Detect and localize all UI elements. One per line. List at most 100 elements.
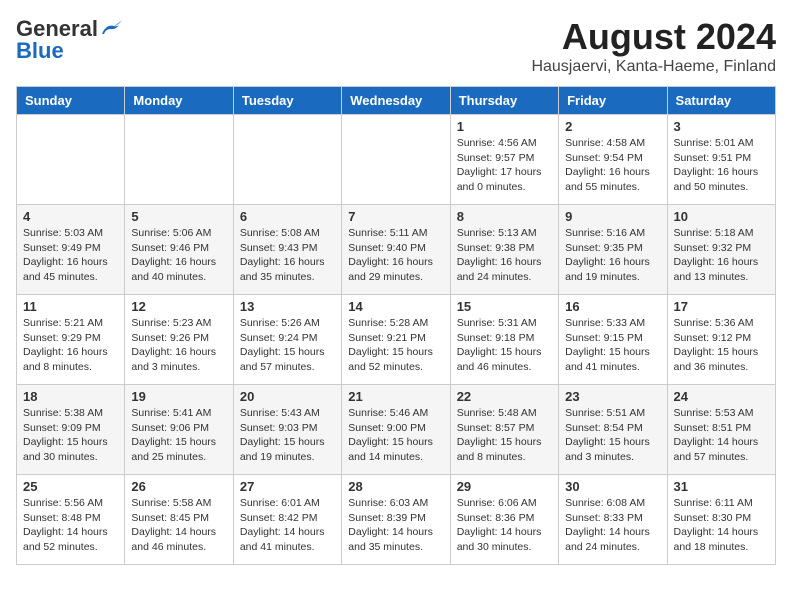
table-row: 6 Sunrise: 5:08 AM Sunset: 9:43 PM Daylig… — [233, 205, 341, 295]
day-number: 4 — [23, 209, 118, 224]
header-friday: Friday — [559, 87, 667, 115]
day-info: Sunrise: 5:08 AM Sunset: 9:43 PM Dayligh… — [240, 226, 335, 285]
day-info: Sunrise: 5:41 AM Sunset: 9:06 PM Dayligh… — [131, 406, 226, 465]
day-number: 29 — [457, 479, 552, 494]
day-info: Sunrise: 6:08 AM Sunset: 8:33 PM Dayligh… — [565, 496, 660, 555]
header-wednesday: Wednesday — [342, 87, 450, 115]
day-info: Sunrise: 6:06 AM Sunset: 8:36 PM Dayligh… — [457, 496, 552, 555]
day-info: Sunrise: 6:11 AM Sunset: 8:30 PM Dayligh… — [674, 496, 769, 555]
day-info: Sunrise: 5:31 AM Sunset: 9:18 PM Dayligh… — [457, 316, 552, 375]
day-number: 25 — [23, 479, 118, 494]
table-row: 19 Sunrise: 5:41 AM Sunset: 9:06 PM Dayli… — [125, 385, 233, 475]
table-row: 7 Sunrise: 5:11 AM Sunset: 9:40 PM Daylig… — [342, 205, 450, 295]
table-row: 18Sunrise: 5:38 AM Sunset: 9:09 PM Dayli… — [17, 385, 125, 475]
day-number: 10 — [674, 209, 769, 224]
day-number: 5 — [131, 209, 226, 224]
day-info: Sunrise: 5:58 AM Sunset: 8:45 PM Dayligh… — [131, 496, 226, 555]
day-info: Sunrise: 5:11 AM Sunset: 9:40 PM Dayligh… — [348, 226, 443, 285]
table-row: 15 Sunrise: 5:31 AM Sunset: 9:18 PM Dayli… — [450, 295, 558, 385]
day-info: Sunrise: 5:21 AM Sunset: 9:29 PM Dayligh… — [23, 316, 118, 375]
day-number: 2 — [565, 119, 660, 134]
calendar-week-row: 4 Sunrise: 5:03 AM Sunset: 9:49 PM Daylig… — [17, 205, 776, 295]
logo-blue-text: Blue — [16, 38, 64, 64]
day-number: 30 — [565, 479, 660, 494]
day-number: 3 — [674, 119, 769, 134]
day-number: 26 — [131, 479, 226, 494]
table-row — [342, 115, 450, 205]
table-row: 12Sunrise: 5:23 AM Sunset: 9:26 PM Dayli… — [125, 295, 233, 385]
day-info: Sunrise: 6:03 AM Sunset: 8:39 PM Dayligh… — [348, 496, 443, 555]
table-row: 31 Sunrise: 6:11 AM Sunset: 8:30 PM Dayli… — [667, 475, 775, 565]
table-row: 13Sunrise: 5:26 AM Sunset: 9:24 PM Dayli… — [233, 295, 341, 385]
day-info: Sunrise: 5:13 AM Sunset: 9:38 PM Dayligh… — [457, 226, 552, 285]
day-info: Sunrise: 5:18 AM Sunset: 9:32 PM Dayligh… — [674, 226, 769, 285]
day-number: 19 — [131, 389, 226, 404]
table-row: 4 Sunrise: 5:03 AM Sunset: 9:49 PM Daylig… — [17, 205, 125, 295]
day-info: Sunrise: 5:48 AM Sunset: 8:57 PM Dayligh… — [457, 406, 552, 465]
day-number: 6 — [240, 209, 335, 224]
day-info: Sunrise: 5:36 AM Sunset: 9:12 PM Dayligh… — [674, 316, 769, 375]
logo-bird-icon — [100, 20, 122, 38]
day-number: 7 — [348, 209, 443, 224]
logo: General Blue — [16, 16, 122, 64]
table-row: 17 Sunrise: 5:36 AM Sunset: 9:12 PM Dayli… — [667, 295, 775, 385]
table-row: 20 Sunrise: 5:43 AM Sunset: 9:03 PM Dayli… — [233, 385, 341, 475]
title-area: August 2024 Hausjaervi, Kanta-Haeme, Fin… — [531, 16, 776, 76]
calendar-week-row: 18Sunrise: 5:38 AM Sunset: 9:09 PM Dayli… — [17, 385, 776, 475]
table-row: 27 Sunrise: 6:01 AM Sunset: 8:42 PM Dayli… — [233, 475, 341, 565]
day-info: Sunrise: 5:33 AM Sunset: 9:15 PM Dayligh… — [565, 316, 660, 375]
day-number: 18 — [23, 389, 118, 404]
table-row: 26 Sunrise: 5:58 AM Sunset: 8:45 PM Dayli… — [125, 475, 233, 565]
day-number: 23 — [565, 389, 660, 404]
table-row: 24Sunrise: 5:53 AM Sunset: 8:51 PM Dayli… — [667, 385, 775, 475]
calendar-week-row: 11 Sunrise: 5:21 AM Sunset: 9:29 PM Dayli… — [17, 295, 776, 385]
header-saturday: Saturday — [667, 87, 775, 115]
table-row: 5 Sunrise: 5:06 AM Sunset: 9:46 PM Daylig… — [125, 205, 233, 295]
header-monday: Monday — [125, 87, 233, 115]
calendar-table: Sunday Monday Tuesday Wednesday Thursday… — [16, 86, 776, 565]
day-info: Sunrise: 5:26 AM Sunset: 9:24 PM Dayligh… — [240, 316, 335, 375]
table-row: 21 Sunrise: 5:46 AM Sunset: 9:00 PM Dayli… — [342, 385, 450, 475]
day-info: Sunrise: 5:16 AM Sunset: 9:35 PM Dayligh… — [565, 226, 660, 285]
day-number: 1 — [457, 119, 552, 134]
day-info: Sunrise: 5:46 AM Sunset: 9:00 PM Dayligh… — [348, 406, 443, 465]
calendar-week-row: 1 Sunrise: 4:56 AM Sunset: 9:57 PM Daylig… — [17, 115, 776, 205]
day-info: Sunrise: 5:43 AM Sunset: 9:03 PM Dayligh… — [240, 406, 335, 465]
table-row: 30 Sunrise: 6:08 AM Sunset: 8:33 PM Dayli… — [559, 475, 667, 565]
day-number: 24 — [674, 389, 769, 404]
table-row: 16Sunrise: 5:33 AM Sunset: 9:15 PM Dayli… — [559, 295, 667, 385]
day-number: 9 — [565, 209, 660, 224]
page-header: General Blue August 2024 Hausjaervi, Kan… — [16, 16, 776, 76]
table-row: 28Sunrise: 6:03 AM Sunset: 8:39 PM Dayli… — [342, 475, 450, 565]
day-number: 27 — [240, 479, 335, 494]
day-info: Sunrise: 5:28 AM Sunset: 9:21 PM Dayligh… — [348, 316, 443, 375]
day-number: 20 — [240, 389, 335, 404]
day-number: 11 — [23, 299, 118, 314]
day-info: Sunrise: 5:23 AM Sunset: 9:26 PM Dayligh… — [131, 316, 226, 375]
table-row: 8 Sunrise: 5:13 AM Sunset: 9:38 PM Daylig… — [450, 205, 558, 295]
day-number: 21 — [348, 389, 443, 404]
table-row: 9 Sunrise: 5:16 AM Sunset: 9:35 PM Daylig… — [559, 205, 667, 295]
table-row: 10 Sunrise: 5:18 AM Sunset: 9:32 PM Dayli… — [667, 205, 775, 295]
table-row — [17, 115, 125, 205]
day-info: Sunrise: 6:01 AM Sunset: 8:42 PM Dayligh… — [240, 496, 335, 555]
day-number: 8 — [457, 209, 552, 224]
day-info: Sunrise: 5:06 AM Sunset: 9:46 PM Dayligh… — [131, 226, 226, 285]
day-info: Sunrise: 4:56 AM Sunset: 9:57 PM Dayligh… — [457, 136, 552, 195]
day-number: 17 — [674, 299, 769, 314]
table-row — [233, 115, 341, 205]
day-number: 14 — [348, 299, 443, 314]
table-row: 23Sunrise: 5:51 AM Sunset: 8:54 PM Dayli… — [559, 385, 667, 475]
table-row: 14 Sunrise: 5:28 AM Sunset: 9:21 PM Dayli… — [342, 295, 450, 385]
day-info: Sunrise: 5:03 AM Sunset: 9:49 PM Dayligh… — [23, 226, 118, 285]
table-row: 29 Sunrise: 6:06 AM Sunset: 8:36 PM Dayli… — [450, 475, 558, 565]
day-info: Sunrise: 5:56 AM Sunset: 8:48 PM Dayligh… — [23, 496, 118, 555]
header-thursday: Thursday — [450, 87, 558, 115]
table-row: 22Sunrise: 5:48 AM Sunset: 8:57 PM Dayli… — [450, 385, 558, 475]
table-row: 3Sunrise: 5:01 AM Sunset: 9:51 PM Daylig… — [667, 115, 775, 205]
calendar-header-row: Sunday Monday Tuesday Wednesday Thursday… — [17, 87, 776, 115]
table-row: 2Sunrise: 4:58 AM Sunset: 9:54 PM Daylig… — [559, 115, 667, 205]
day-number: 31 — [674, 479, 769, 494]
day-number: 15 — [457, 299, 552, 314]
month-title: August 2024 — [531, 16, 776, 58]
